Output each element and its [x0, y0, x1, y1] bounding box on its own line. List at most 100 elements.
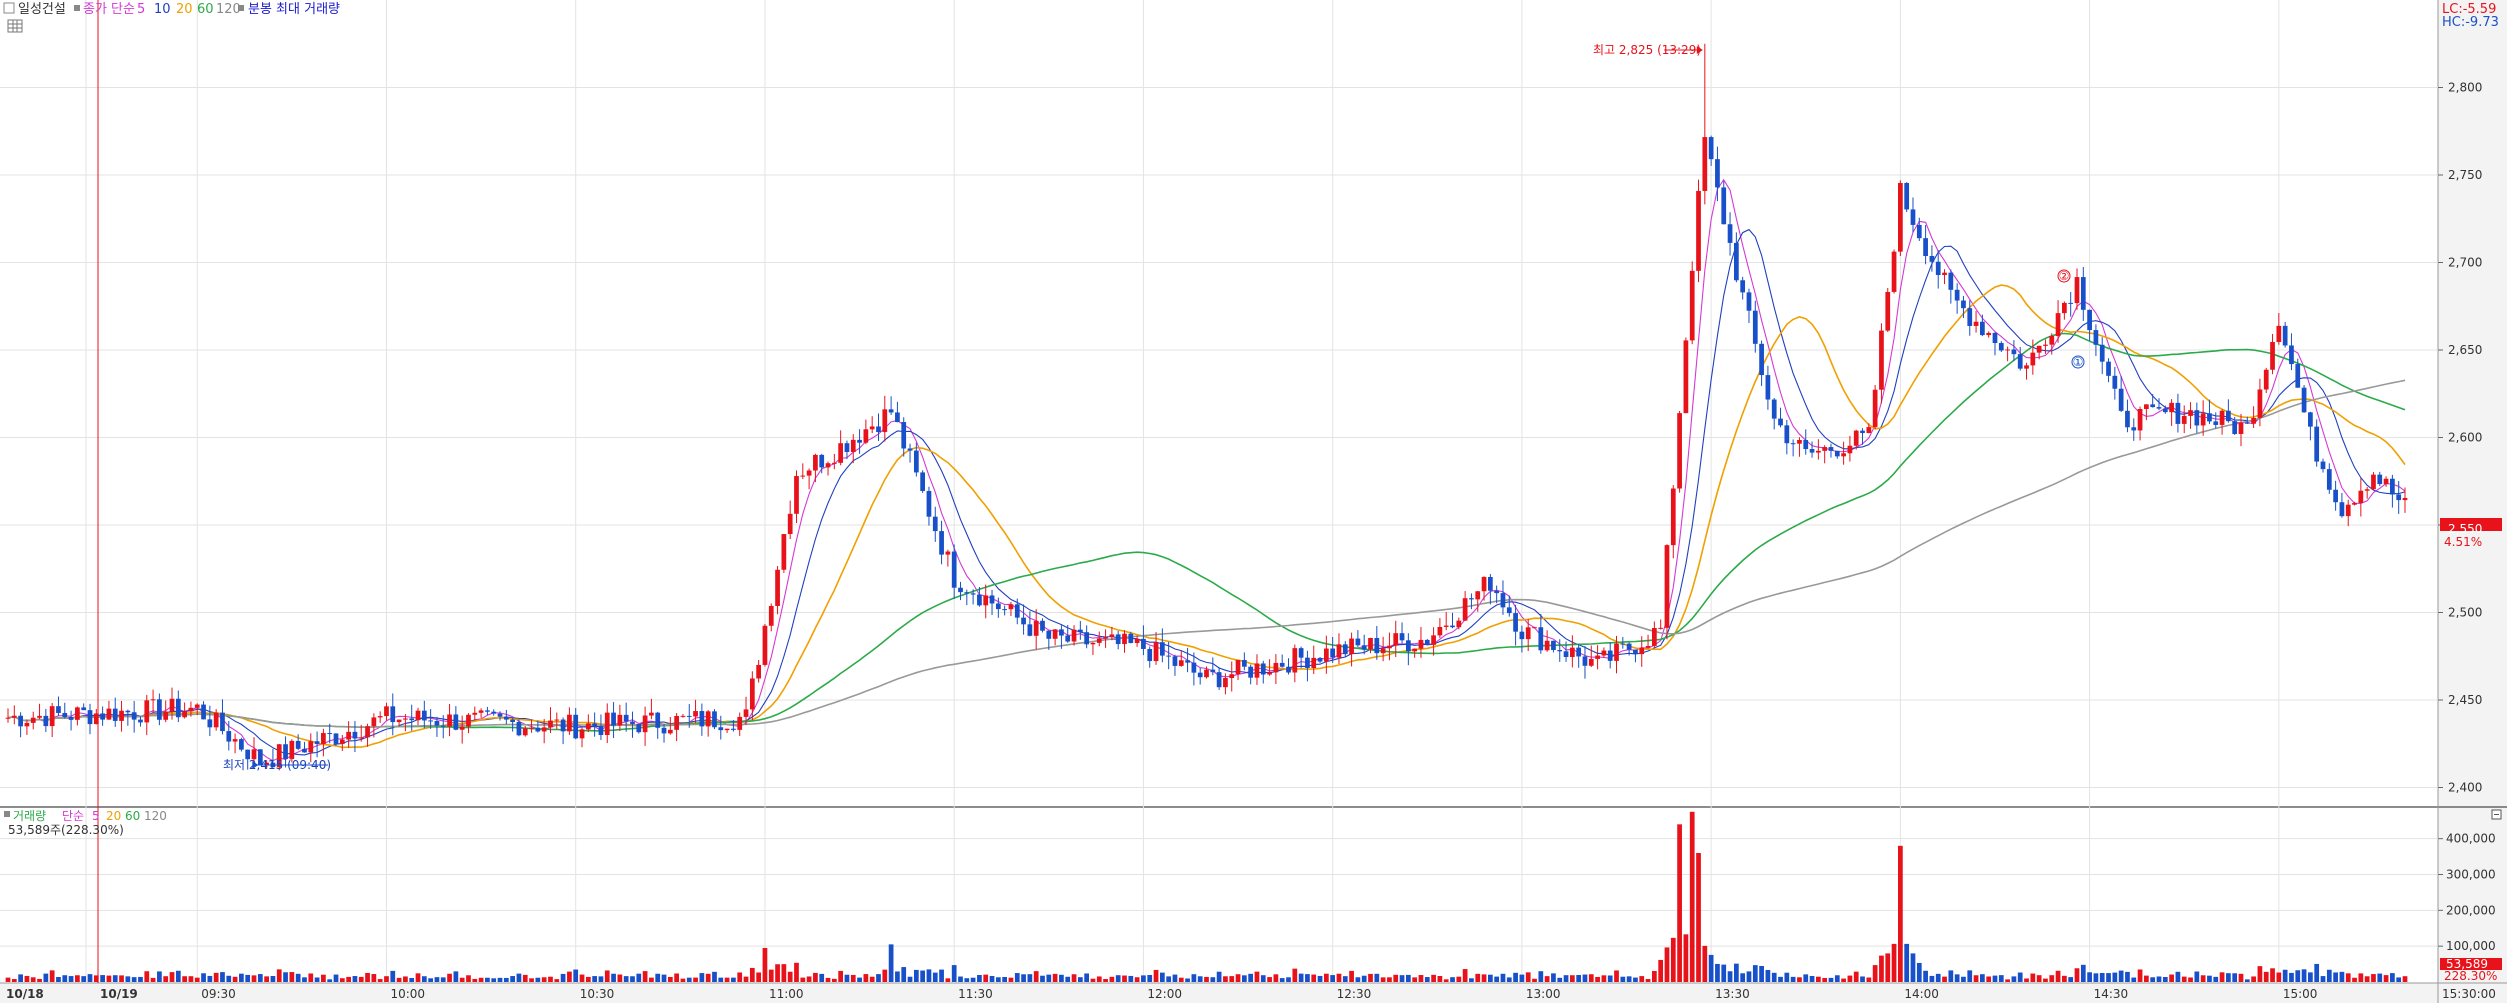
volume-bar [693, 977, 698, 982]
candle-body [1178, 660, 1184, 666]
price-legend-prefix: 종가 단순 [83, 2, 135, 17]
candle-body [1973, 321, 1979, 326]
candle-body [1065, 635, 1071, 642]
candle-body [1620, 643, 1626, 645]
volume-bar [1866, 977, 1872, 982]
volume-bar [403, 976, 408, 982]
candle-body [358, 737, 364, 739]
volume-bar [1992, 975, 1998, 982]
candle-body [951, 551, 957, 588]
candle-body [1904, 182, 1910, 210]
candle-body [2036, 345, 2042, 353]
volume-bar [1689, 811, 1695, 982]
candle-body [2295, 364, 2301, 388]
volume-bar [2169, 974, 2174, 982]
volume-bar [850, 974, 856, 982]
candle-body [1021, 617, 1026, 625]
candle-body [1431, 635, 1436, 645]
candle-body [339, 739, 345, 744]
volume-bar [2118, 970, 2124, 982]
legend-square-icon [74, 5, 80, 11]
candle-body [1380, 648, 1386, 654]
volume-bar [686, 977, 692, 982]
candle-body [1273, 662, 1279, 673]
volume-bar [485, 977, 490, 982]
candle-body [623, 714, 629, 722]
volume-bar [459, 977, 465, 982]
candle-body [182, 711, 187, 718]
volume-bar [2251, 976, 2256, 982]
price-tick-label: 2,450 [2448, 693, 2482, 707]
volume-bar [428, 978, 433, 982]
volume-bar [2144, 975, 2149, 982]
candle-body [2200, 413, 2206, 426]
current-price-label: 2,550 [2448, 522, 2482, 536]
volume-bar [1071, 974, 1077, 982]
volume-bar [2244, 979, 2250, 982]
volume-bar [302, 977, 307, 982]
volume-bar [1683, 934, 1689, 982]
candle-body [1159, 642, 1165, 656]
candle-body [825, 463, 831, 468]
volume-bar [901, 967, 907, 982]
volume-bar [1904, 943, 1910, 982]
candle-body [1286, 666, 1291, 673]
candle-body [2371, 474, 2376, 490]
candle-body [529, 727, 534, 729]
volume-bar [1803, 974, 1809, 982]
candle-body [119, 710, 124, 721]
candle-body [434, 721, 440, 726]
candle-body [869, 426, 875, 430]
volume-bar [1752, 965, 1758, 982]
candle-body [901, 422, 907, 449]
volume-bar [1563, 975, 1569, 982]
volume-bar [1172, 974, 1178, 982]
volume-bar [157, 971, 162, 982]
candle-body [2030, 352, 2036, 366]
volume-bar [1248, 973, 1254, 982]
hc-readout: HC:-9.73 [2442, 15, 2499, 30]
volume-bar [522, 974, 528, 982]
table-grid-icon[interactable] [7, 19, 23, 33]
volume-bar [1084, 973, 1090, 982]
volume-bar [2106, 973, 2111, 982]
volume-bar [1077, 977, 1083, 982]
volume-bar [529, 978, 534, 982]
candle-body [220, 712, 225, 732]
candle-body [977, 594, 982, 606]
checkbox-icon[interactable] [3, 2, 15, 14]
volume-bar [1361, 975, 1367, 982]
candle-body [2080, 277, 2086, 310]
volume-bar [1569, 975, 1575, 982]
volume-bar [995, 977, 1001, 982]
volume-bar [1096, 976, 1102, 982]
ma5-legend: 5 [137, 2, 145, 17]
volume-bar [731, 977, 736, 982]
candle-body [2118, 388, 2124, 411]
candle-body [1235, 659, 1241, 675]
volume-bar [977, 975, 982, 982]
volume-bar [1229, 976, 1235, 982]
volume-bar [2156, 976, 2162, 982]
candle-body [712, 711, 717, 728]
volume-bar [1525, 972, 1531, 982]
candle-body [453, 714, 459, 730]
volume-bar [1141, 975, 1146, 982]
volume-bar [554, 979, 560, 982]
legend-square-icon [4, 811, 10, 817]
volume-bar [2080, 964, 2086, 982]
candle-body [1879, 330, 1884, 390]
volume-bar [264, 976, 269, 982]
volume-bar [2339, 971, 2345, 982]
candle-body [1563, 651, 1569, 657]
candle-body [617, 714, 623, 726]
candle-body [2112, 375, 2118, 389]
candle-body [1071, 629, 1077, 642]
candle-body [888, 409, 894, 413]
volume-bar [1771, 972, 1777, 982]
candle-body [1014, 604, 1020, 618]
time-tick-label: 12:30 [1337, 987, 1372, 1001]
volume-bar [1286, 977, 1291, 982]
time-tick-label: 13:30 [1715, 987, 1750, 1001]
volume-bar [548, 976, 553, 982]
